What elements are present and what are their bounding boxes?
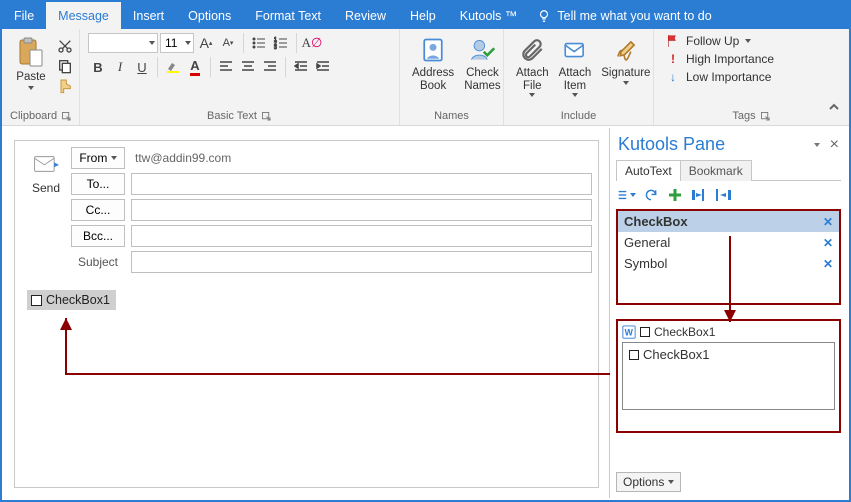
app-window: File Message Insert Options Format Text …: [0, 0, 851, 502]
annotation-arrows: [2, 2, 851, 502]
tab-autotext[interactable]: AutoText: [616, 160, 681, 181]
